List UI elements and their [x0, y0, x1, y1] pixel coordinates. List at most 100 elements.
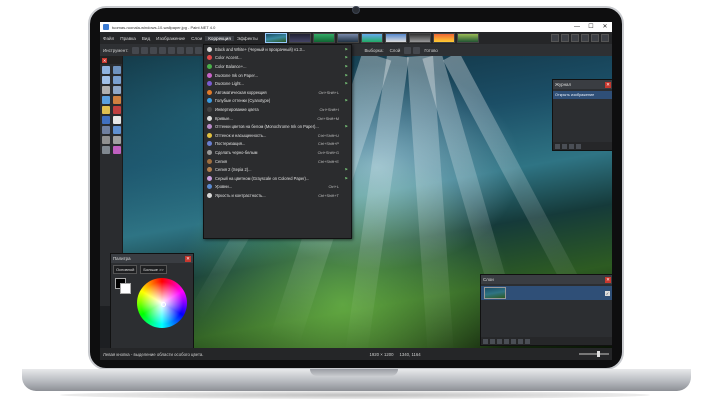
tool-label: Инструмент:: [103, 47, 129, 53]
layers-toggle-icon[interactable]: [571, 34, 579, 42]
open-icon[interactable]: [150, 46, 158, 54]
color-mode-select[interactable]: Основной: [113, 265, 138, 274]
pencil-icon[interactable]: [102, 126, 110, 134]
copy-icon[interactable]: [186, 46, 194, 54]
settings-icon[interactable]: [591, 34, 599, 42]
chevron-down-icon[interactable]: [404, 46, 412, 54]
colors-toggle-icon[interactable]: [581, 34, 589, 42]
adjustments-menu-item[interactable]: Black and White+ (Черный и прозрачный) v…: [204, 45, 351, 54]
image-tab-thumbnail[interactable]: [408, 33, 431, 43]
tools-close-icon[interactable]: ✕: [102, 57, 108, 63]
layer-visibility-checkbox[interactable]: ✓: [605, 290, 610, 296]
close-button[interactable]: ✕: [598, 22, 612, 32]
redo-icon[interactable]: [569, 143, 574, 149]
adjustments-menu-item[interactable]: Оттенок и насыщенность... Ctrl+Shift+U: [204, 131, 351, 140]
move-layer-up-icon[interactable]: [511, 338, 516, 344]
cut-icon[interactable]: [177, 46, 185, 54]
more-colors-button[interactable]: Больше >>: [140, 265, 167, 274]
menu-image[interactable]: Изображение: [153, 36, 188, 41]
adjustments-menu-item[interactable]: Color Accent... ⚑: [204, 54, 351, 63]
adjustments-menu-item[interactable]: Color Balance+... ⚑: [204, 62, 351, 71]
history-toggle-icon[interactable]: [561, 34, 569, 42]
pan-icon[interactable]: [113, 96, 121, 104]
minimize-button[interactable]: —: [570, 22, 584, 32]
image-tab-thumbnail[interactable]: [360, 33, 383, 43]
tool-picker-icon[interactable]: [132, 46, 140, 54]
ellipse-select-icon[interactable]: [102, 86, 110, 94]
recolor-icon[interactable]: [102, 136, 110, 144]
save-icon[interactable]: [159, 46, 167, 54]
menu-layers[interactable]: Слои: [188, 36, 205, 41]
undo-icon[interactable]: [562, 143, 567, 149]
menu-file[interactable]: Файл: [100, 36, 117, 41]
adjustments-menu-item[interactable]: Сепия Ctrl+Shift+E: [204, 157, 351, 166]
adjustments-menu-item[interactable]: Duotone Ink on Paper... ⚑: [204, 71, 351, 80]
history-entry[interactable]: Открыть изображение: [553, 91, 612, 99]
adjustments-menu-item[interactable]: Кривые... Ctrl+Shift+M: [204, 114, 351, 123]
color-wheel-knob[interactable]: [161, 302, 166, 307]
image-tab-thumbnail[interactable]: [312, 33, 335, 43]
clone-stamp-icon[interactable]: [113, 126, 121, 134]
shapes-icon[interactable]: [113, 146, 121, 154]
adjustments-menu-item[interactable]: Голубые оттенки (Cyanotype) ⚑: [204, 97, 351, 106]
adjustment-label: Инвертирование цвета: [215, 106, 259, 112]
layer-sampling-dropdown[interactable]: Слой: [387, 48, 404, 53]
menu-effects[interactable]: Эффекты: [234, 36, 261, 41]
tools-toggle-icon[interactable]: [551, 34, 559, 42]
secondary-color-swatch[interactable]: [120, 283, 131, 294]
image-tab-thumbnail[interactable]: [456, 33, 479, 43]
zoom-icon[interactable]: [113, 86, 121, 94]
paintbrush-icon[interactable]: [102, 116, 110, 124]
image-tab-thumbnail[interactable]: [264, 33, 287, 43]
maximize-button[interactable]: ☐: [584, 22, 598, 32]
menu-view[interactable]: Вид: [139, 36, 153, 41]
duplicate-layer-icon[interactable]: [497, 338, 502, 344]
antialias-icon[interactable]: [413, 46, 421, 54]
adjustments-menu-item[interactable]: Автоматическая коррекция Ctrl+Shift+L: [204, 88, 351, 97]
line-icon[interactable]: [102, 146, 110, 154]
rectangle-select-icon[interactable]: [102, 66, 110, 74]
adjustments-menu-item[interactable]: Яркость и контрастность... Ctrl+Shift+T: [204, 191, 351, 200]
zoom-slider[interactable]: [579, 351, 609, 357]
palette-close-icon[interactable]: ✕: [185, 255, 191, 262]
layer-row[interactable]: ✓: [481, 286, 612, 300]
image-tab-thumbnail[interactable]: [384, 33, 407, 43]
adjustments-menu-item[interactable]: Оттенки цветов на белом (Monochrome Ink …: [204, 122, 351, 131]
paint-bucket-icon[interactable]: [102, 106, 110, 114]
delete-layer-icon[interactable]: [490, 338, 495, 344]
image-tab-thumbnail[interactable]: [288, 33, 311, 43]
adjustments-menu-item[interactable]: Сделать черно-белым Ctrl+Shift+G: [204, 148, 351, 157]
done-button[interactable]: Готово: [421, 48, 441, 53]
image-tab-thumbnail[interactable]: [432, 33, 455, 43]
layer-properties-icon[interactable]: [525, 338, 530, 344]
add-layer-icon[interactable]: [483, 338, 488, 344]
lasso-icon[interactable]: [102, 76, 110, 84]
new-icon[interactable]: [141, 46, 149, 54]
adjustments-menu-item[interactable]: Уровни... Ctrl+L: [204, 183, 351, 192]
adjustments-menu-item[interactable]: Серый на цветном (Grayscale on Colored P…: [204, 174, 351, 183]
menu-edit[interactable]: Правка: [117, 36, 139, 41]
magic-wand-icon[interactable]: [102, 96, 110, 104]
move-icon[interactable]: [113, 66, 121, 74]
help-icon[interactable]: [601, 34, 609, 42]
adjustments-menu-item[interactable]: Сепия 2 (Sepia 2)... ⚑: [204, 165, 351, 174]
menu-adjustments[interactable]: Коррекция: [205, 35, 234, 41]
adjustments-menu-item[interactable]: Duotone Light... ⚑: [204, 79, 351, 88]
text-icon[interactable]: [113, 136, 121, 144]
move-selection-icon[interactable]: [113, 76, 121, 84]
adjustment-icon: [207, 158, 212, 164]
history-close-icon[interactable]: ✕: [605, 81, 611, 88]
eraser-icon[interactable]: [113, 116, 121, 124]
adjustments-menu-item[interactable]: Инвертирование цвета Ctrl+Shift+I: [204, 105, 351, 114]
move-layer-down-icon[interactable]: [518, 338, 523, 344]
image-tab-thumbnail[interactable]: [336, 33, 359, 43]
zoom-slider-knob[interactable]: [597, 351, 600, 357]
layers-close-icon[interactable]: ✕: [605, 276, 611, 283]
paste-icon[interactable]: [195, 46, 203, 54]
print-icon[interactable]: [168, 46, 176, 54]
redo-to-end-icon[interactable]: [576, 143, 581, 149]
adjustments-menu-item[interactable]: Постеризация... Ctrl+Shift+P: [204, 140, 351, 149]
gradient-icon[interactable]: [113, 106, 121, 114]
merge-layer-icon[interactable]: [504, 338, 509, 344]
undo-to-start-icon[interactable]: [555, 143, 560, 149]
